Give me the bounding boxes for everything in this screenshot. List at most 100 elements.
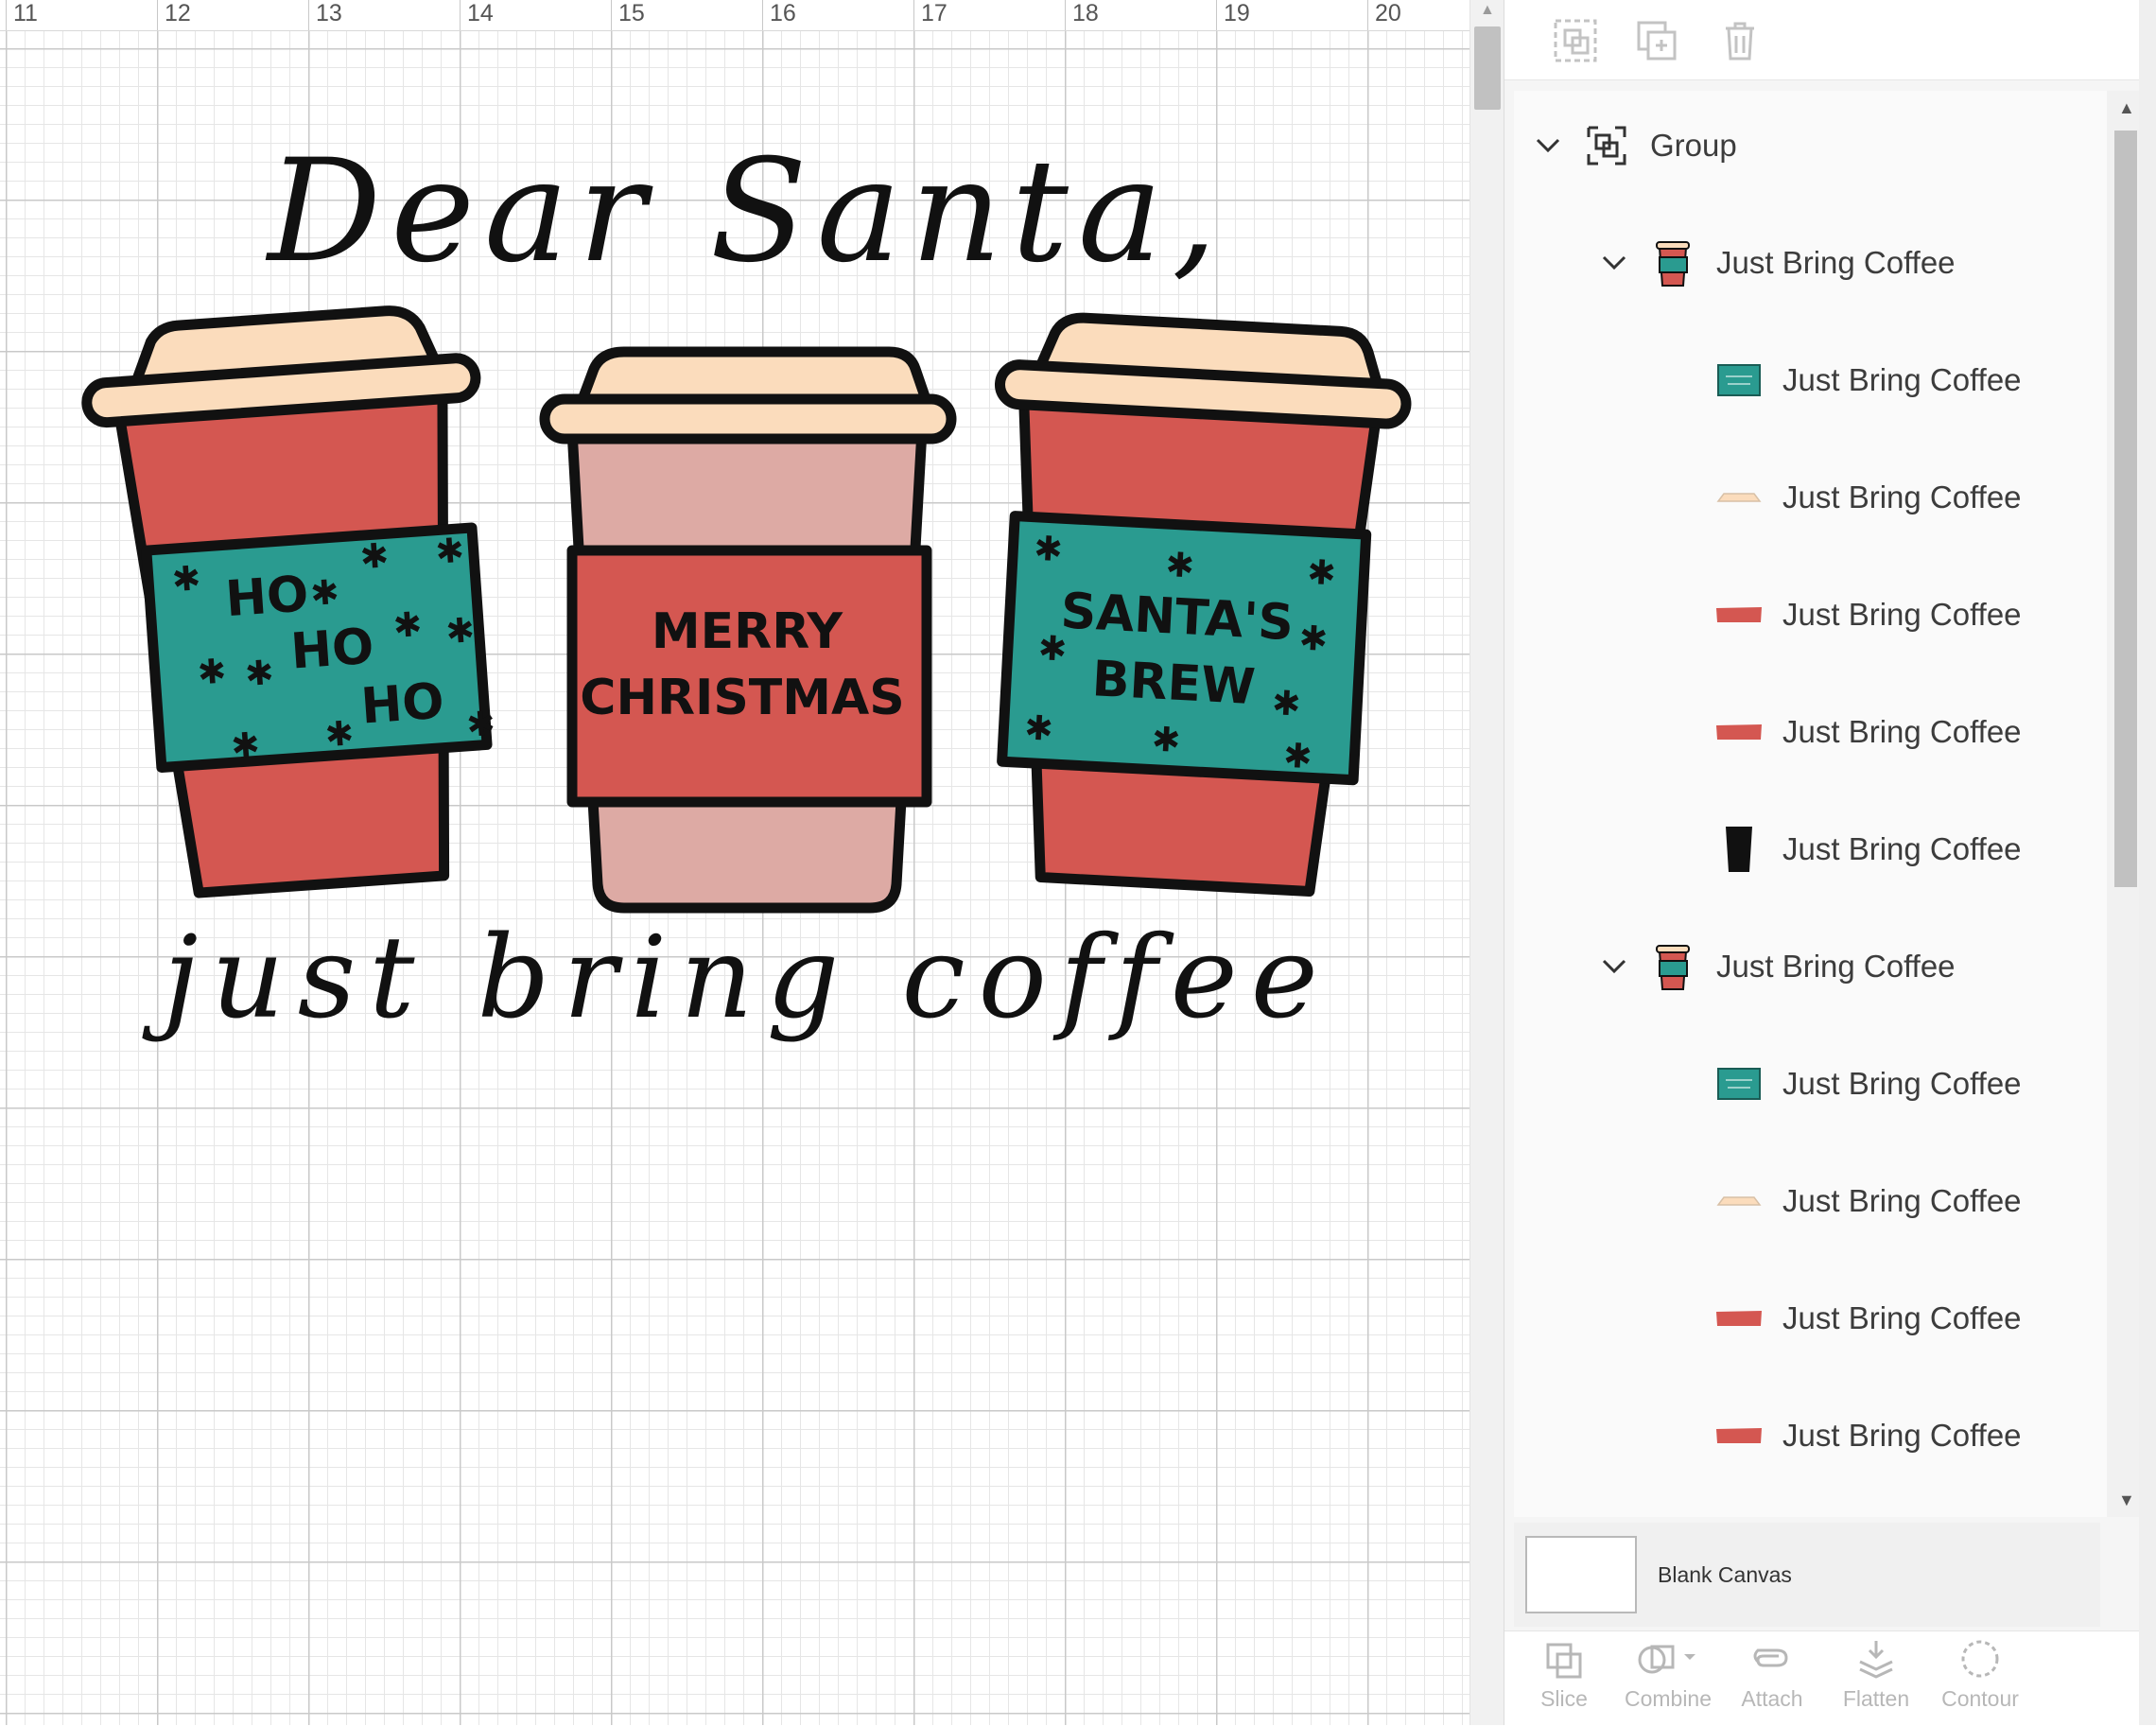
attach-label: Attach bbox=[1741, 1686, 1803, 1711]
layer-label: Just Bring Coffee bbox=[1782, 714, 2022, 749]
svg-text:✱: ✱ bbox=[230, 725, 261, 766]
canvas-vertical-scrollbar[interactable]: ▲ bbox=[1469, 0, 1504, 1725]
cream-lid-icon bbox=[1714, 1177, 1764, 1226]
cup-icon bbox=[1648, 942, 1697, 991]
design-canvas[interactable]: 11 12 13 14 15 16 17 18 19 20 Dear Santa… bbox=[0, 0, 1469, 1725]
red-band-icon bbox=[1714, 1411, 1764, 1460]
red-band-icon bbox=[1714, 1294, 1764, 1343]
cup-right[interactable]: SANTA'S BREW ✱ ✱ ✱ ✱ ✱✱ ✱ ✱ ✱ bbox=[974, 312, 1412, 897]
svg-text:✱: ✱ bbox=[1271, 684, 1301, 724]
scroll-up-arrow-icon[interactable]: ▲ bbox=[2118, 98, 2135, 118]
layer-row[interactable]: Just Bring Coffee bbox=[1714, 352, 2022, 409]
just-bring-coffee-text: just bring coffee bbox=[142, 913, 1331, 1044]
group-icon[interactable] bbox=[1552, 17, 1599, 64]
canvas-scroll-thumb[interactable] bbox=[1474, 26, 1501, 110]
svg-text:✱: ✱ bbox=[1165, 546, 1195, 586]
layer-label: Just Bring Coffee bbox=[1782, 1183, 2022, 1218]
layer-row[interactable]: Just Bring Coffee bbox=[1714, 1407, 2022, 1464]
layer-row[interactable]: Just Bring Coffee bbox=[1714, 1290, 2022, 1347]
svg-text:✱: ✱ bbox=[309, 573, 340, 614]
slice-label: Slice bbox=[1540, 1686, 1588, 1711]
slice-button[interactable]: Slice bbox=[1512, 1637, 1616, 1722]
layer-label: Just Bring Coffee bbox=[1782, 597, 2022, 632]
slice-icon bbox=[1546, 1643, 1582, 1679]
canvas-color-swatch[interactable] bbox=[1525, 1536, 1637, 1613]
left-sleeve-word-2: HO bbox=[289, 619, 376, 681]
svg-text:✱: ✱ bbox=[1298, 619, 1329, 660]
cup-icon bbox=[1648, 238, 1697, 288]
layer-label: Just Bring Coffee bbox=[1716, 949, 1956, 984]
teal-sleeve-icon bbox=[1714, 356, 1764, 405]
middle-sleeve-line-2: CHRISTMAS bbox=[580, 670, 904, 726]
chevron-down-icon[interactable] bbox=[1599, 248, 1629, 278]
blank-canvas-row[interactable]: Blank Canvas bbox=[1514, 1523, 2100, 1627]
layers-bottom-toolbar: Slice Combine Attach Flatten Contour bbox=[1504, 1630, 2156, 1726]
red-band-icon bbox=[1714, 590, 1764, 639]
layers-panel: Group Just Bring Coffee Just Bring Coffe… bbox=[1504, 0, 2156, 1726]
group-icon bbox=[1582, 121, 1631, 170]
middle-sleeve-line-1: MERRY bbox=[652, 603, 844, 660]
duplicate-icon[interactable] bbox=[1633, 17, 1680, 64]
layer-group-row[interactable]: Group bbox=[1533, 117, 1737, 174]
layers-scroll-thumb[interactable] bbox=[2114, 131, 2137, 887]
svg-text:✱: ✱ bbox=[1023, 708, 1053, 749]
blank-canvas-label: Blank Canvas bbox=[1658, 1561, 1792, 1587]
layer-row[interactable]: Just Bring Coffee bbox=[1714, 469, 2022, 526]
coffee-design-artwork[interactable]: Dear Santa, HO HO HO ✱ ✱✱ ✱✱ ✱ ✱ ✱✱ ✱ ✱ MERR… bbox=[0, 0, 1469, 1725]
attach-button[interactable]: Attach bbox=[1720, 1637, 1824, 1722]
flatten-button[interactable]: Flatten bbox=[1824, 1637, 1928, 1722]
chevron-down-icon[interactable] bbox=[1599, 951, 1629, 982]
layer-row[interactable]: Just Bring Coffee bbox=[1714, 821, 2022, 878]
red-band-icon bbox=[1714, 707, 1764, 757]
layer-row[interactable]: Just Bring Coffee bbox=[1714, 1055, 2022, 1112]
trash-icon[interactable] bbox=[1716, 17, 1764, 64]
contour-button[interactable]: Contour bbox=[1928, 1637, 2032, 1722]
teal-sleeve-icon bbox=[1714, 1059, 1764, 1108]
layer-row[interactable]: Just Bring Coffee bbox=[1714, 704, 2022, 760]
layers-top-toolbar bbox=[1504, 0, 2156, 80]
layer-label: Just Bring Coffee bbox=[1716, 245, 1956, 280]
combine-button[interactable]: Combine bbox=[1616, 1637, 1720, 1722]
combine-icon bbox=[1638, 1645, 1695, 1674]
combine-label: Combine bbox=[1624, 1686, 1713, 1711]
svg-text:✱: ✱ bbox=[358, 536, 390, 577]
right-sleeve-line-2: BREW bbox=[1090, 651, 1256, 716]
layer-label: Just Bring Coffee bbox=[1782, 831, 2022, 866]
layer-label: Just Bring Coffee bbox=[1782, 1066, 2022, 1101]
layer-label: Just Bring Coffee bbox=[1782, 479, 2022, 514]
cream-lid-icon bbox=[1714, 473, 1764, 522]
left-sleeve-word-3: HO bbox=[359, 673, 446, 736]
chevron-down-icon[interactable] bbox=[1533, 131, 1563, 161]
layer-row[interactable]: Just Bring Coffee bbox=[1714, 1173, 2022, 1229]
layer-group-label: Group bbox=[1650, 128, 1737, 163]
left-sleeve-word-1: HO bbox=[224, 566, 311, 628]
scroll-down-arrow-icon[interactable]: ▼ bbox=[2118, 1491, 2135, 1510]
svg-text:✱: ✱ bbox=[465, 705, 496, 745]
layer-label: Just Bring Coffee bbox=[1782, 1418, 2022, 1453]
scroll-up-arrow-icon[interactable]: ▲ bbox=[1480, 2, 1495, 19]
layer-label: Just Bring Coffee bbox=[1782, 1300, 2022, 1335]
svg-text:✱: ✱ bbox=[434, 532, 465, 572]
cup-left[interactable]: HO HO HO ✱ ✱✱ ✱✱ ✱ ✱ ✱✱ ✱ ✱ bbox=[81, 305, 511, 898]
svg-text:✱: ✱ bbox=[1151, 721, 1181, 761]
layers-list[interactable]: Group Just Bring Coffee Just Bring Coffe… bbox=[1514, 91, 2138, 1517]
svg-text:✱: ✱ bbox=[1033, 530, 1063, 570]
svg-text:✱: ✱ bbox=[1306, 553, 1336, 594]
flatten-label: Flatten bbox=[1842, 1686, 1910, 1711]
svg-text:✱: ✱ bbox=[324, 714, 356, 755]
svg-text:✱: ✱ bbox=[392, 605, 424, 646]
window-right-edge bbox=[2139, 0, 2156, 1725]
layer-subgroup-row[interactable]: Just Bring Coffee bbox=[1599, 938, 1956, 995]
svg-text:✱: ✱ bbox=[244, 654, 275, 694]
black-cup-icon bbox=[1714, 825, 1764, 874]
dear-santa-text: Dear Santa, bbox=[265, 130, 1226, 294]
svg-text:✱: ✱ bbox=[1037, 629, 1068, 670]
layer-subgroup-row[interactable]: Just Bring Coffee bbox=[1599, 235, 1956, 291]
layer-label: Just Bring Coffee bbox=[1782, 362, 2022, 397]
layer-row[interactable]: Just Bring Coffee bbox=[1714, 586, 2022, 643]
flatten-icon bbox=[1859, 1641, 1893, 1679]
contour-icon bbox=[1961, 1640, 1999, 1678]
svg-text:✱: ✱ bbox=[444, 611, 476, 652]
cup-middle[interactable]: MERRY CHRISTMAS bbox=[539, 346, 957, 914]
attach-icon bbox=[1753, 1648, 1788, 1667]
